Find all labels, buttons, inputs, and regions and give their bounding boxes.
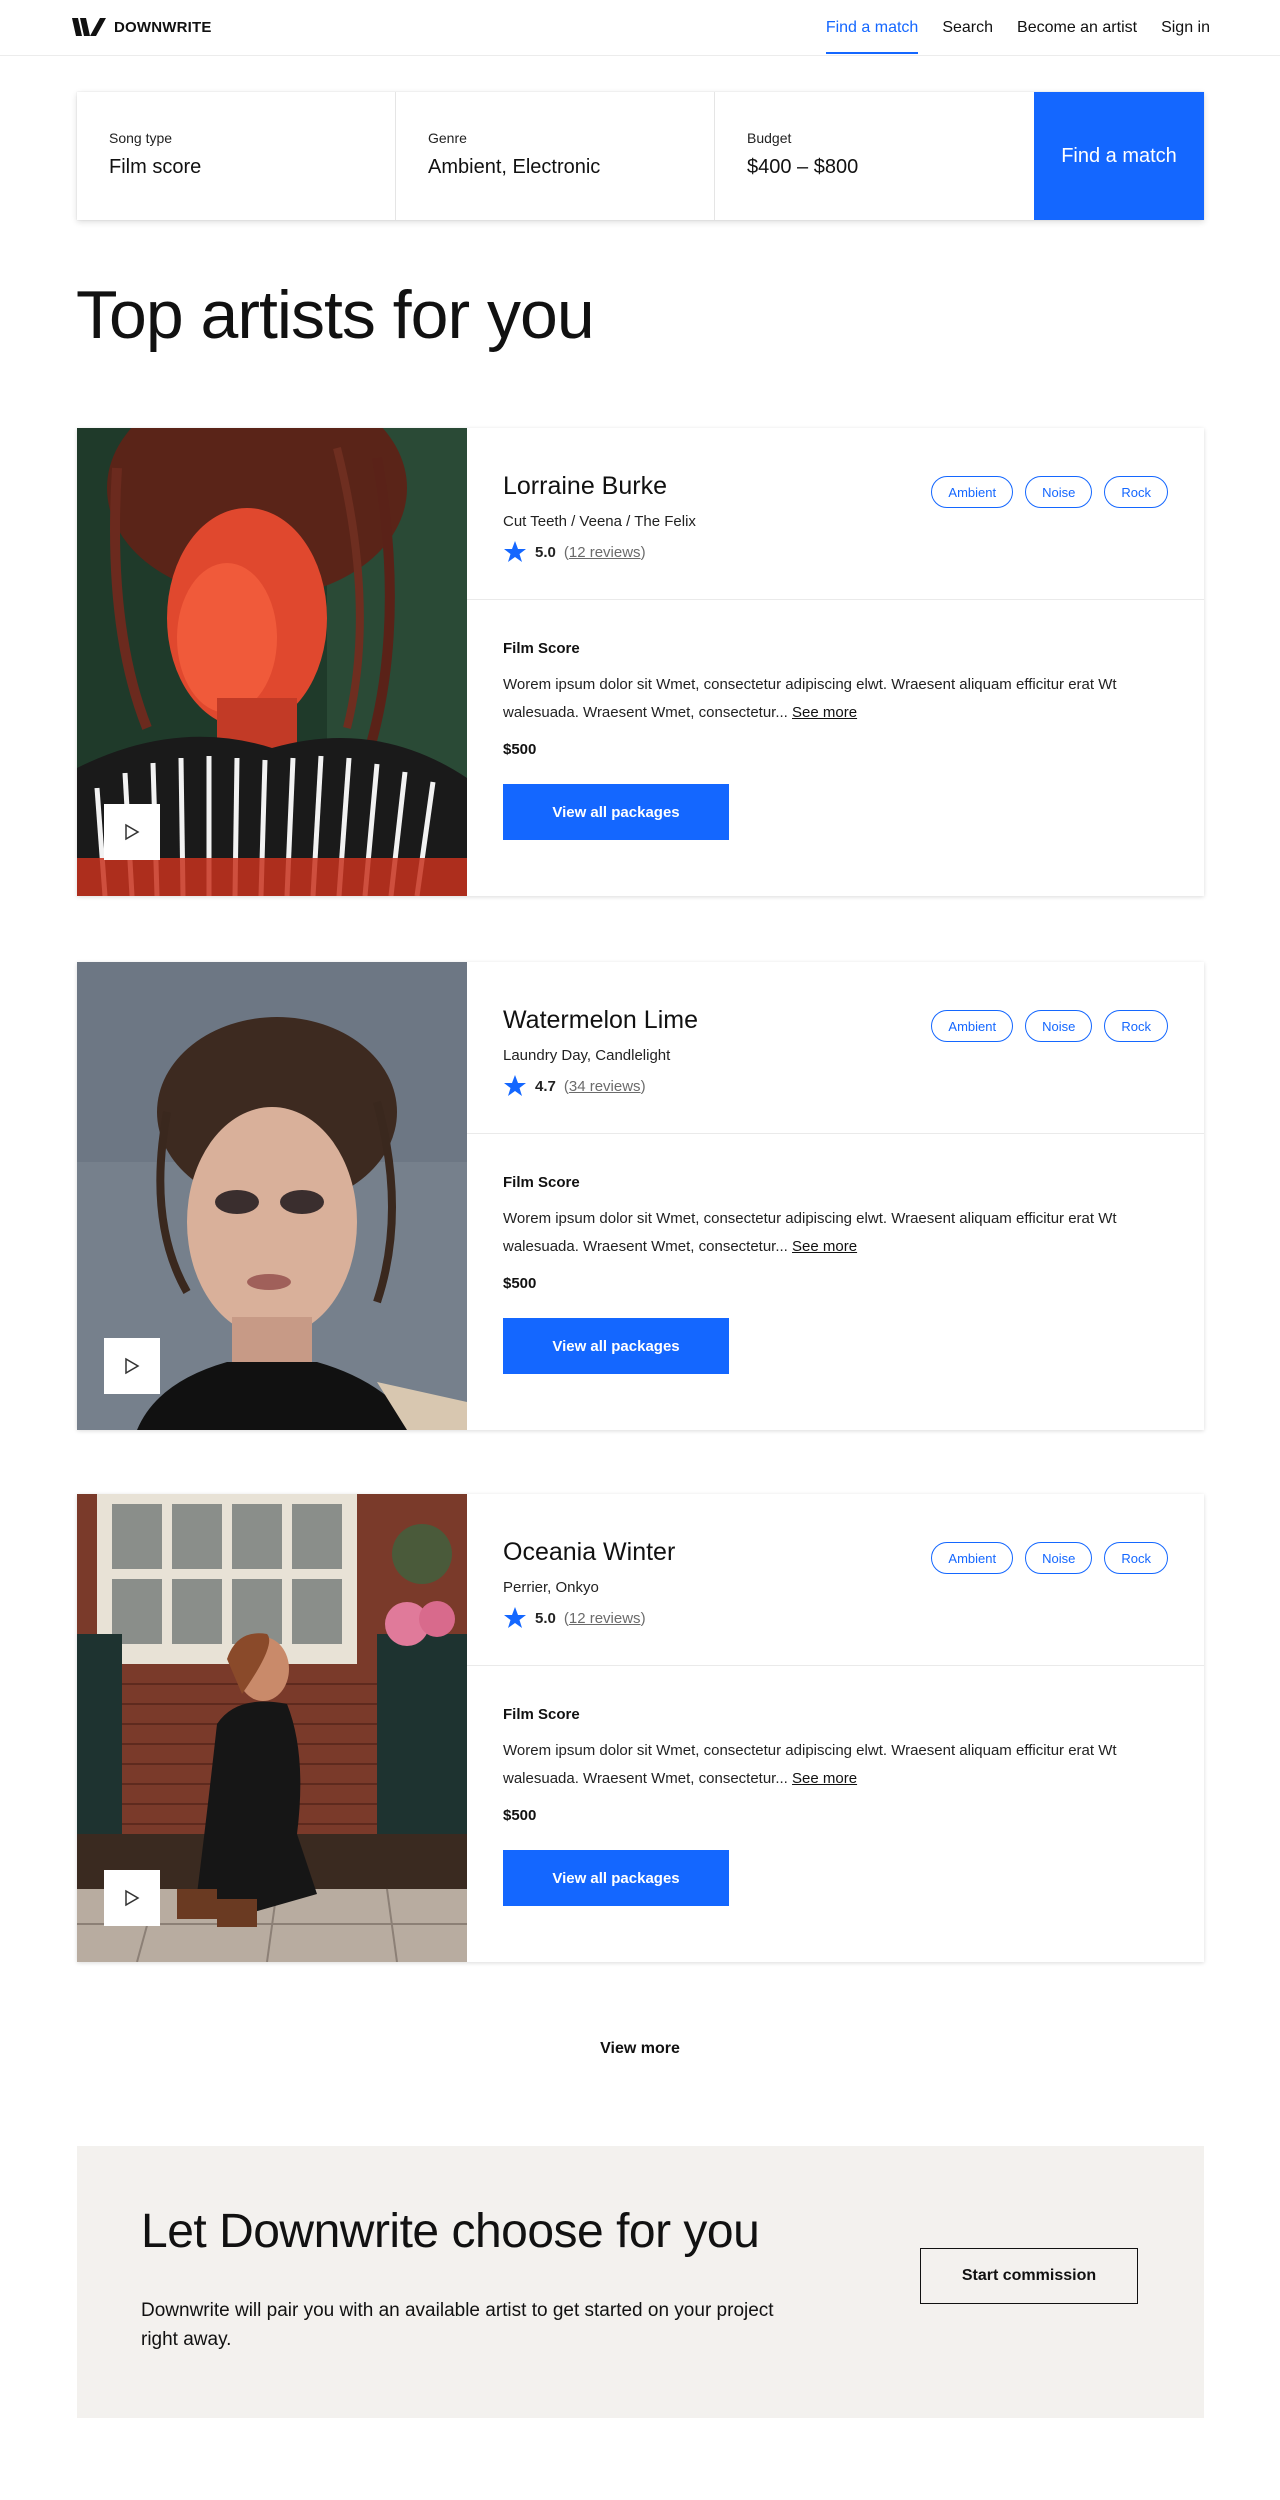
budget-label: Budget [747,130,792,146]
artist-card: Oceania Winter Perrier, Onkyo 5.0 (12 re… [77,1494,1204,1962]
genre-tags: Ambient Noise Rock [931,1010,1168,1042]
artist-credits: Perrier, Onkyo [503,1579,599,1596]
artist-card: Lorraine Burke Cut Teeth / Veena / The F… [77,428,1204,896]
promo-title: Let Downwrite choose for you [141,2205,760,2258]
genre-label: Genre [428,130,467,146]
budget-value: $400 – $800 [747,156,859,178]
nav-become-an-artist[interactable]: Become an artist [1017,0,1137,56]
play-icon [125,823,140,841]
package-info: Film Score Worem ipsum dolor sit Wmet, c… [467,1666,1204,1906]
tag-rock[interactable]: Rock [1104,1010,1168,1042]
main-nav: Find a match Search Become an artist Sig… [825,0,1210,56]
reviews-link[interactable]: (12 reviews) [564,544,646,561]
rating-value: 4.7 [535,1077,556,1095]
downwrite-logo-icon [72,18,106,36]
view-all-packages-button[interactable]: View all packages [503,784,729,840]
star-icon [504,1607,526,1628]
tag-rock[interactable]: Rock [1104,1542,1168,1574]
artist-info: Watermelon Lime Laundry Day, Candlelight… [467,962,1204,1134]
rating-row: 5.0 (12 reviews) [503,540,1168,564]
logo-text: DOWNWRITE [114,18,212,36]
tag-noise[interactable]: Noise [1025,1542,1093,1574]
nav-search[interactable]: Search [942,0,993,56]
package-description: Worem ipsum dolor sit Wmet, consectetur … [503,671,1123,727]
song-type-value: Film score [109,156,202,178]
top-navigation-bar: DOWNWRITE Find a match Search Become an … [0,0,1280,56]
genre-field[interactable]: Genre Ambient, Electronic [396,92,715,220]
artist-card: Watermelon Lime Laundry Day, Candlelight… [77,962,1204,1430]
reviews-link[interactable]: (34 reviews) [564,1078,646,1095]
package-price: $500 [503,1807,537,1824]
package-title: Film Score [503,1706,580,1723]
star-icon [504,541,526,562]
package-price: $500 [503,741,537,758]
rating-value: 5.0 [535,1609,556,1627]
song-type-field[interactable]: Song type Film score [77,92,396,220]
package-title: Film Score [503,1174,580,1191]
see-more-link[interactable]: See more [792,704,857,721]
view-more-link[interactable]: View more [0,2040,1280,2058]
see-more-link[interactable]: See more [792,1770,857,1787]
promo-description: Downwrite will pair you with an availabl… [141,2300,774,2350]
package-price: $500 [503,1275,537,1292]
view-all-packages-button[interactable]: View all packages [503,1318,729,1374]
tag-ambient[interactable]: Ambient [931,1010,1014,1042]
reviews-link[interactable]: (12 reviews) [564,1610,646,1627]
tag-noise[interactable]: Noise [1025,1010,1093,1042]
tag-ambient[interactable]: Ambient [931,1542,1014,1574]
rating-row: 4.7 (34 reviews) [503,1074,1168,1098]
nav-find-a-match[interactable]: Find a match [825,0,919,56]
reviews-count[interactable]: 12 reviews [569,1610,641,1627]
genre-tags: Ambient Noise Rock [931,1542,1168,1574]
see-more-link[interactable]: See more [792,1238,857,1255]
song-type-label: Song type [109,130,173,146]
artist-credits: Cut Teeth / Veena / The Felix [503,513,696,530]
package-description: Worem ipsum dolor sit Wmet, consectetur … [503,1737,1123,1793]
tag-ambient[interactable]: Ambient [931,476,1014,508]
play-icon [125,1357,140,1375]
artist-card-body: Lorraine Burke Cut Teeth / Veena / The F… [467,428,1204,896]
view-all-packages-button[interactable]: View all packages [503,1850,729,1906]
artist-photo [77,962,467,1430]
rating-value: 5.0 [535,543,556,561]
nav-sign-in[interactable]: Sign in [1161,0,1210,56]
budget-field[interactable]: Budget $400 – $800 [715,92,1034,220]
play-preview-button[interactable] [104,1870,160,1926]
tag-rock[interactable]: Rock [1104,476,1168,508]
find-a-match-button[interactable]: Find a match [1034,92,1204,220]
reviews-count[interactable]: 34 reviews [569,1078,641,1095]
artist-info: Oceania Winter Perrier, Onkyo 5.0 (12 re… [467,1494,1204,1666]
package-info: Film Score Worem ipsum dolor sit Wmet, c… [467,600,1204,840]
start-commission-button[interactable]: Start commission [920,2248,1138,2304]
artist-photo [77,428,467,896]
genre-tags: Ambient Noise Rock [931,476,1168,508]
package-info: Film Score Worem ipsum dolor sit Wmet, c… [467,1134,1204,1374]
commission-promo: Let Downwrite choose for you Downwrite w… [77,2146,1204,2418]
star-icon [504,1075,526,1096]
play-icon [125,1889,140,1907]
artist-credits: Laundry Day, Candlelight [503,1047,671,1064]
play-preview-button[interactable] [104,804,160,860]
page-title: Top artists for you [76,277,595,353]
play-preview-button[interactable] [104,1338,160,1394]
logo[interactable]: DOWNWRITE [72,18,212,36]
genre-value: Ambient, Electronic [428,156,601,178]
artist-photo [77,1494,467,1962]
artist-card-body: Watermelon Lime Laundry Day, Candlelight… [467,962,1204,1430]
match-search-bar: Song type Film score Genre Ambient, Elec… [77,92,1204,220]
package-description: Worem ipsum dolor sit Wmet, consectetur … [503,1205,1123,1261]
reviews-count[interactable]: 12 reviews [569,544,641,561]
artist-card-body: Oceania Winter Perrier, Onkyo 5.0 (12 re… [467,1494,1204,1962]
rating-row: 5.0 (12 reviews) [503,1606,1168,1630]
artist-info: Lorraine Burke Cut Teeth / Veena / The F… [467,428,1204,600]
tag-noise[interactable]: Noise [1025,476,1093,508]
package-title: Film Score [503,640,580,657]
